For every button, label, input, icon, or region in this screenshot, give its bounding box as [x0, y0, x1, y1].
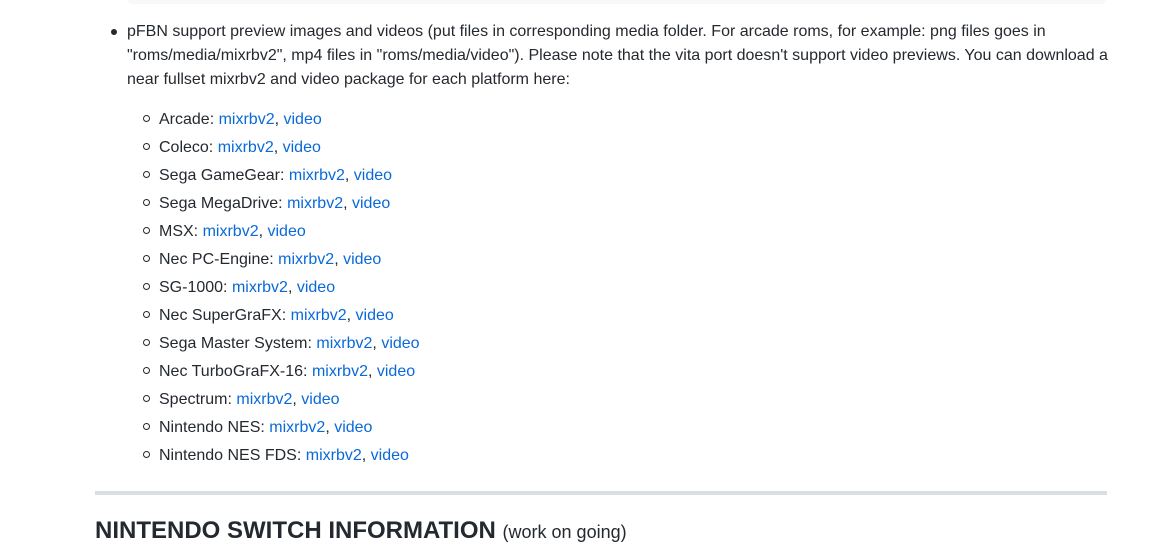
feature-list: pFBN support preview images and videos (…	[95, 20, 1110, 472]
platform-item: Arcade: mixrbv2, video	[127, 108, 1110, 136]
section-heading-title: NINTENDO SWITCH INFORMATION	[95, 517, 496, 544]
circle-bullet	[143, 115, 150, 122]
mixrbv2-link[interactable]: mixrbv2	[287, 195, 343, 212]
platform-name: Arcade:	[159, 111, 215, 128]
code-block-bottom-edge	[128, 0, 1106, 4]
platform-item: Sega GameGear: mixrbv2, video	[127, 164, 1110, 192]
section-heading-switch: NINTENDO SWITCH INFORMATION (work on goi…	[95, 516, 627, 547]
disc-bullet	[111, 29, 117, 35]
platform-item: Coleco: mixrbv2, video	[127, 136, 1110, 164]
mixrbv2-link[interactable]: mixrbv2	[291, 307, 347, 324]
mixrbv2-link[interactable]: mixrbv2	[316, 335, 372, 352]
platform-name: Nec TurboGraFX-16:	[159, 363, 308, 380]
platform-item: Nec PC-Engine: mixrbv2, video	[127, 248, 1110, 276]
circle-bullet	[143, 395, 150, 402]
platform-name: Spectrum:	[159, 391, 232, 408]
platform-item: SG-1000: mixrbv2, video	[127, 276, 1110, 304]
video-link[interactable]: video	[283, 139, 321, 156]
mixrbv2-link[interactable]: mixrbv2	[306, 447, 362, 464]
platform-download-list: Arcade: mixrbv2, video Coleco: mixrbv2, …	[127, 108, 1110, 472]
platform-name: Nec PC-Engine:	[159, 251, 274, 268]
platform-item: Nintendo NES: mixrbv2, video	[127, 416, 1110, 444]
mixrbv2-link[interactable]: mixrbv2	[278, 251, 334, 268]
platform-item: Nintendo NES FDS: mixrbv2, video	[127, 444, 1110, 472]
circle-bullet	[143, 367, 150, 374]
platform-item: Nec SuperGraFX: mixrbv2, video	[127, 304, 1110, 332]
platform-item: Sega MegaDrive: mixrbv2, video	[127, 192, 1110, 220]
video-link[interactable]: video	[297, 279, 335, 296]
separator: ,	[292, 391, 302, 408]
circle-bullet	[143, 339, 150, 346]
circle-bullet	[143, 199, 150, 206]
platform-name: Nintendo NES:	[159, 419, 265, 436]
separator: ,	[346, 307, 356, 324]
circle-bullet	[143, 171, 150, 178]
list-item-preview-support: pFBN support preview images and videos (…	[95, 20, 1110, 472]
circle-bullet	[143, 311, 150, 318]
platform-name: Sega MegaDrive:	[159, 195, 283, 212]
video-link[interactable]: video	[352, 195, 390, 212]
separator: ,	[372, 335, 382, 352]
mixrbv2-link[interactable]: mixrbv2	[269, 419, 325, 436]
separator: ,	[287, 279, 297, 296]
circle-bullet	[143, 227, 150, 234]
separator: ,	[361, 447, 371, 464]
circle-bullet	[143, 283, 150, 290]
platform-name: Coleco:	[159, 139, 214, 156]
platform-name: SG-1000:	[159, 279, 228, 296]
video-link[interactable]: video	[354, 167, 392, 184]
circle-bullet	[143, 423, 150, 430]
video-link[interactable]: video	[301, 391, 339, 408]
mixrbv2-link[interactable]: mixrbv2	[232, 279, 288, 296]
platform-item: Nec TurboGraFX-16: mixrbv2, video	[127, 360, 1110, 388]
video-link[interactable]: video	[284, 111, 322, 128]
section-heading-subtitle: (work on going)	[502, 522, 627, 542]
mixrbv2-link[interactable]: mixrbv2	[312, 363, 368, 380]
circle-bullet	[143, 451, 150, 458]
mixrbv2-link[interactable]: mixrbv2	[219, 111, 275, 128]
separator: ,	[273, 139, 283, 156]
video-link[interactable]: video	[334, 419, 372, 436]
separator: ,	[274, 111, 284, 128]
platform-name: Nintendo NES FDS:	[159, 447, 302, 464]
video-link[interactable]: video	[377, 363, 415, 380]
platform-item: Sega Master System: mixrbv2, video	[127, 332, 1110, 360]
separator: ,	[343, 195, 352, 212]
video-link[interactable]: video	[356, 307, 394, 324]
separator: ,	[367, 363, 377, 380]
video-link[interactable]: video	[267, 223, 305, 240]
separator: ,	[334, 251, 344, 268]
mixrbv2-link[interactable]: mixrbv2	[289, 167, 345, 184]
mixrbv2-link[interactable]: mixrbv2	[218, 139, 274, 156]
platform-name: Sega Master System:	[159, 335, 312, 352]
platform-name: MSX:	[159, 223, 199, 240]
separator: ,	[325, 419, 335, 436]
platform-item: MSX: mixrbv2, video	[127, 220, 1110, 248]
separator: ,	[344, 167, 354, 184]
platform-name: Nec SuperGraFX:	[159, 307, 287, 324]
video-link[interactable]: video	[343, 251, 381, 268]
platform-item: Spectrum: mixrbv2, video	[127, 388, 1110, 416]
video-link[interactable]: video	[381, 335, 419, 352]
platform-name: Sega GameGear:	[159, 167, 285, 184]
video-link[interactable]: video	[371, 447, 409, 464]
circle-bullet	[143, 255, 150, 262]
preview-support-text: pFBN support preview images and videos (…	[127, 23, 1108, 88]
mixrbv2-link[interactable]: mixrbv2	[203, 223, 259, 240]
circle-bullet	[143, 143, 150, 150]
mixrbv2-link[interactable]: mixrbv2	[236, 391, 292, 408]
section-divider	[95, 491, 1107, 495]
